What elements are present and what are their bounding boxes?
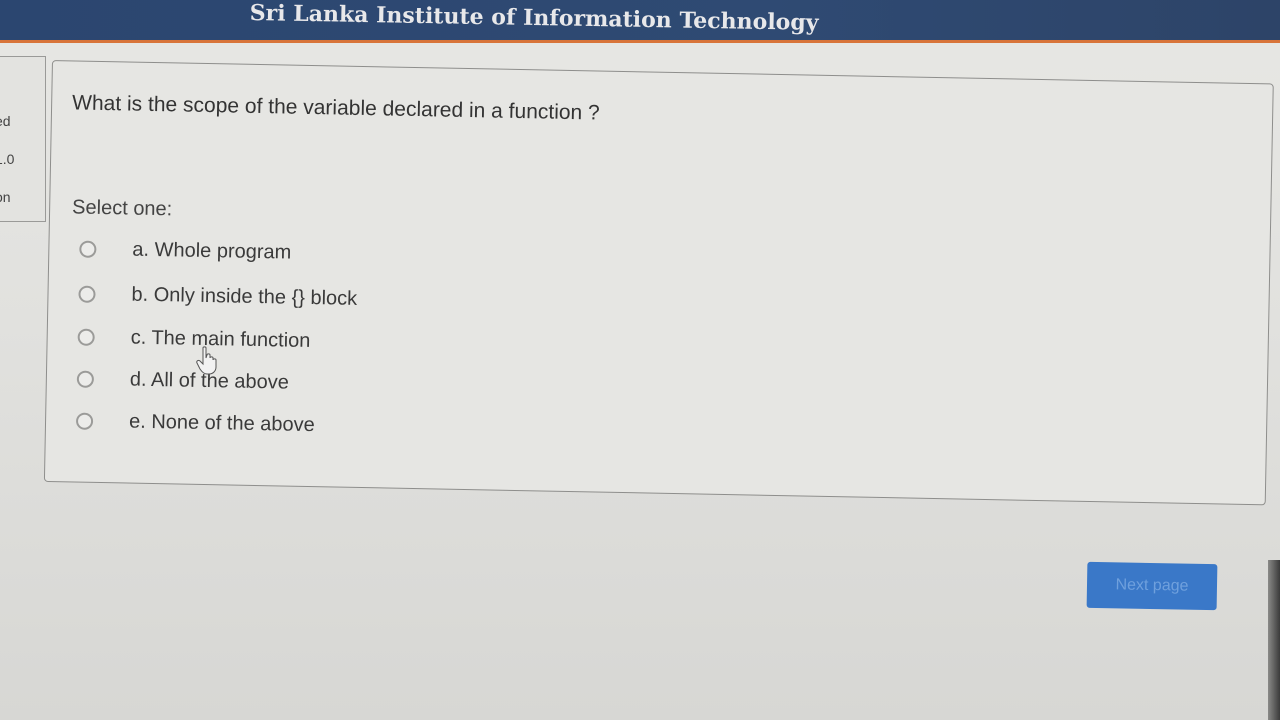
radio-button[interactable] — [78, 285, 96, 303]
screen: Sri Lanka Institute of Information Techn… — [0, 0, 1280, 720]
radio-button[interactable] — [77, 328, 95, 346]
answer-option-e[interactable]: e. None of the above — [75, 410, 315, 438]
info-fragment-1: ed — [0, 113, 11, 129]
question-text: What is the scope of the variable declar… — [71, 91, 600, 125]
radio-button[interactable] — [76, 370, 95, 388]
question-card: What is the scope of the variable declar… — [43, 60, 1274, 506]
quiz-info-panel: ed 1.0 on — [0, 56, 46, 222]
answer-option-d[interactable]: d. All of the above — [76, 368, 289, 395]
answer-label: b. Only inside the {} block — [131, 283, 358, 310]
answer-label: a. Whole program — [132, 238, 292, 264]
select-prompt: Select one: — [71, 196, 173, 221]
hand-pointer-icon — [196, 346, 217, 375]
next-page-button[interactable]: Next page — [1086, 561, 1218, 611]
answer-label: e. None of the above — [128, 410, 315, 437]
answer-option-c[interactable]: c. The main function — [77, 326, 311, 353]
device-edge — [1268, 560, 1280, 720]
radio-button[interactable] — [79, 240, 97, 258]
radio-button[interactable] — [75, 412, 94, 430]
answer-option-b[interactable]: b. Only inside the {} block — [78, 283, 357, 311]
info-fragment-3: on — [0, 189, 11, 205]
site-title: Sri Lanka Institute of Information Techn… — [249, 0, 819, 36]
answer-label: c. The main function — [130, 326, 311, 353]
site-header: Sri Lanka Institute of Information Techn… — [0, 0, 1280, 43]
answer-option-a[interactable]: a. Whole program — [79, 238, 292, 265]
info-fragment-2: 1.0 — [0, 151, 15, 167]
